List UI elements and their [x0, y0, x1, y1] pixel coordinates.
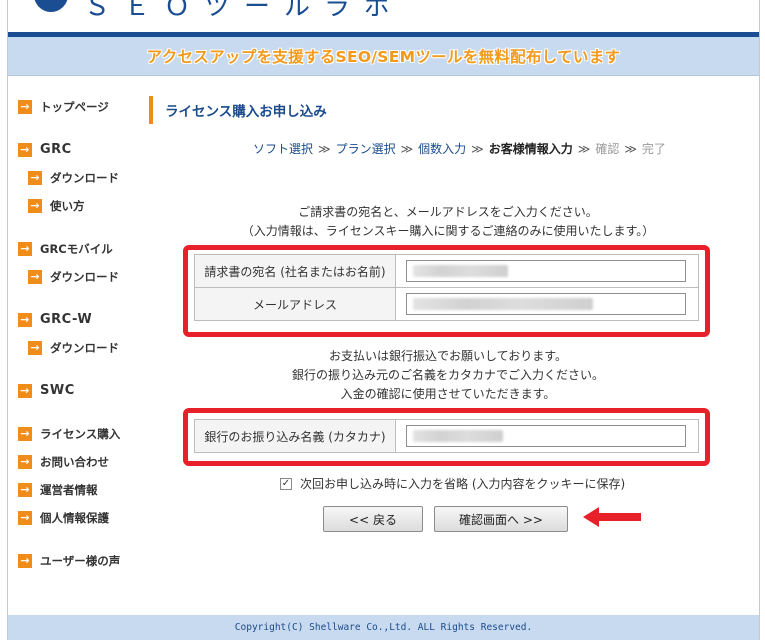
- step-complete: 完了: [641, 142, 666, 156]
- arrow-right-icon: →: [18, 383, 32, 398]
- bank-name-label: 銀行のお振り込み名義 (カタカナ): [194, 419, 396, 453]
- arrow-right-icon: →: [18, 100, 32, 114]
- page-frame: ＳＥＯツールラボ アクセスアップを支援するSEO/SEMツールを無料配布していま…: [7, 0, 760, 640]
- sidebar-item-label: SWC: [40, 383, 75, 398]
- redacted-value: [413, 265, 508, 277]
- logo-area: ＳＥＯツールラボ: [8, 0, 759, 32]
- step-quantity[interactable]: 個数入力: [418, 142, 466, 156]
- sidebar-item-top[interactable]: → トップページ: [18, 99, 109, 115]
- breadcrumb-separator: ≫: [471, 142, 484, 156]
- sidebar: → トップページ → GRC → ダウンロード → 使い方 → GRCモバイル …: [8, 75, 143, 615]
- bank-name-input[interactable]: [406, 425, 686, 447]
- save-cookie-option[interactable]: ✓ 次回お申し込み時に入力を省略 (入力内容をクッキーに保存): [280, 475, 625, 492]
- sidebar-item-label: ユーザー様の声: [40, 554, 121, 568]
- email-input[interactable]: [406, 293, 686, 315]
- sidebar-item-grc-mobile-download[interactable]: → ダウンロード: [28, 269, 119, 285]
- arrow-right-icon: →: [18, 554, 32, 568]
- confirm-button[interactable]: 確認画面へ >>: [434, 506, 568, 532]
- save-cookie-checkbox[interactable]: ✓: [280, 477, 292, 490]
- sidebar-item-voices[interactable]: → ユーザー様の声: [18, 553, 120, 569]
- arrow-right-icon: →: [18, 242, 32, 256]
- step-confirm: 確認: [595, 142, 620, 156]
- breadcrumb: ソフト選択 ≫ プラン選択 ≫ 個数入力 ≫ お客様情報入力 ≫ 確認 ≫ 完了: [253, 140, 666, 157]
- sidebar-item-grc-w[interactable]: → GRC-W: [18, 312, 92, 327]
- arrow-right-icon: →: [28, 199, 42, 213]
- sidebar-item-grc-w-download[interactable]: → ダウンロード: [28, 340, 119, 356]
- email-label: メールアドレス: [194, 287, 396, 321]
- red-arrow-icon: [583, 507, 641, 527]
- arrow-right-icon: →: [28, 341, 42, 355]
- sidebar-item-label: 個人情報保護: [40, 511, 109, 525]
- notice-line: ご請求書の宛名と、メールアドレスをご入力ください。: [298, 205, 598, 219]
- breadcrumb-separator: ≫: [400, 142, 414, 156]
- breadcrumb-separator: ≫: [624, 142, 637, 156]
- arrow-right-icon: →: [18, 142, 32, 157]
- bank-form-table: 銀行のお振り込み名義 (カタカナ): [194, 419, 699, 453]
- sidebar-item-label: GRC: [40, 142, 72, 157]
- copyright-text: Copyright(C) Shellware Co.,Ltd. ALL Righ…: [234, 622, 533, 633]
- notice-line: 入金の確認に使用させていただきます。: [340, 387, 556, 401]
- banner-text: アクセスアップを支援するSEO/SEMツールを無料配布しています: [146, 48, 621, 66]
- save-cookie-label: 次回お申し込み時に入力を省略 (入力内容をクッキーに保存): [300, 477, 626, 491]
- footer: Copyright(C) Shellware Co.,Ltd. ALL Righ…: [8, 615, 759, 640]
- name-label: 請求書の宛名 (社名またはお名前): [194, 254, 396, 288]
- sidebar-item-license[interactable]: → ライセンス購入: [18, 426, 120, 442]
- back-button[interactable]: << 戻る: [323, 506, 423, 532]
- contact-form-table: 請求書の宛名 (社名またはお名前) メールアドレス: [194, 254, 699, 321]
- notice-line: お支払いは銀行振込でお願いしております。: [328, 349, 568, 363]
- sidebar-item-company[interactable]: → 運営者情報: [18, 482, 98, 498]
- arrow-right-icon: →: [18, 312, 32, 327]
- site-banner: アクセスアップを支援するSEO/SEMツールを無料配布しています: [8, 37, 759, 76]
- sidebar-item-privacy[interactable]: → 個人情報保護: [18, 510, 109, 526]
- step-plan[interactable]: プラン選択: [336, 142, 396, 156]
- sidebar-item-swc[interactable]: → SWC: [18, 383, 75, 398]
- sidebar-item-contact[interactable]: → お問い合わせ: [18, 454, 109, 470]
- bank-name-field-cell: [395, 419, 699, 453]
- arrow-right-icon: →: [18, 455, 32, 469]
- sidebar-item-label: ダウンロード: [50, 341, 119, 355]
- sidebar-item-label: ライセンス購入: [40, 427, 121, 441]
- sidebar-item-grc-mobile[interactable]: → GRCモバイル: [18, 241, 113, 257]
- billing-name-input[interactable]: [406, 260, 686, 282]
- step-customer-info: お客様情報入力: [488, 142, 573, 156]
- breadcrumb-separator: ≫: [577, 142, 591, 156]
- sidebar-item-label: ダウンロード: [50, 171, 119, 185]
- notice-payment: お支払いは銀行振込でお願いしております。 銀行の振り込み元のご名義をカタカナでご…: [198, 347, 698, 404]
- arrow-right-icon: →: [28, 171, 42, 185]
- sidebar-item-label: ダウンロード: [50, 270, 119, 284]
- table-row: 銀行のお振り込み名義 (カタカナ): [194, 419, 699, 453]
- sidebar-item-label: 使い方: [50, 199, 85, 213]
- sidebar-item-label: GRC-W: [40, 312, 93, 327]
- sidebar-item-label: 運営者情報: [40, 483, 98, 497]
- section-title: ライセンス購入お申し込み: [149, 96, 327, 124]
- sidebar-item-label: お問い合わせ: [40, 455, 109, 469]
- arrow-right-icon: →: [18, 511, 32, 525]
- notice-line: （入力情報は、ライセンスキー購入に関するご連絡のみに使用いたします。）: [241, 224, 655, 238]
- notice-contact: ご請求書の宛名と、メールアドレスをご入力ください。 （入力情報は、ライセンスキー…: [198, 203, 698, 241]
- step-software[interactable]: ソフト選択: [253, 142, 313, 156]
- sidebar-item-grc[interactable]: → GRC: [18, 142, 72, 157]
- redacted-value: [413, 430, 503, 442]
- sidebar-item-label: トップページ: [40, 100, 109, 114]
- logo-mark-icon: [34, 0, 68, 12]
- site-logo-text[interactable]: ＳＥＯツールラボ: [84, 0, 404, 23]
- arrow-right-icon: →: [18, 427, 32, 441]
- notice-line: 銀行の振り込み元のご名義をカタカナでご入力ください。: [291, 368, 604, 382]
- redacted-value: [413, 298, 593, 310]
- breadcrumb-separator: ≫: [318, 142, 331, 156]
- sidebar-item-label: GRCモバイル: [40, 242, 113, 256]
- email-field-cell: [395, 287, 699, 321]
- table-row: 請求書の宛名 (社名またはお名前): [194, 254, 699, 288]
- sidebar-item-grc-download[interactable]: → ダウンロード: [28, 170, 119, 186]
- table-row: メールアドレス: [194, 287, 699, 321]
- arrow-right-icon: →: [18, 483, 32, 497]
- sidebar-item-grc-usage[interactable]: → 使い方: [28, 198, 85, 214]
- name-field-cell: [395, 254, 699, 288]
- arrow-right-icon: →: [28, 270, 42, 284]
